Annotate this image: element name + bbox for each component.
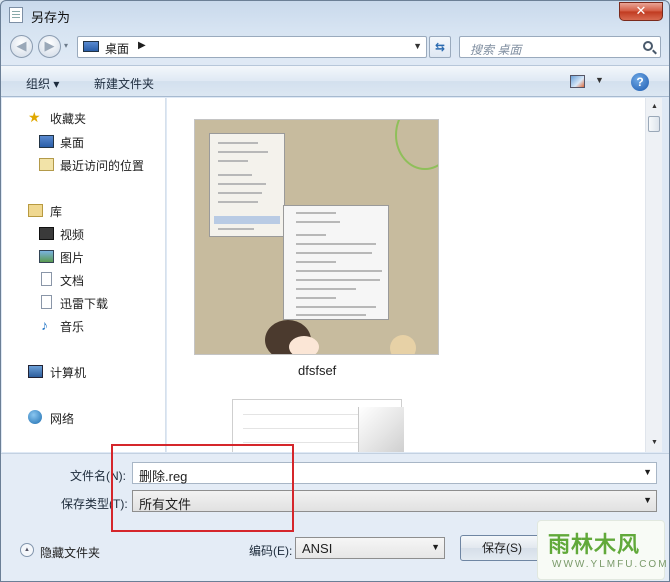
recent-places-icon	[39, 158, 54, 171]
refresh-button[interactable]: ⇆	[429, 36, 451, 58]
vertical-scrollbar[interactable]: ▲ ▼	[645, 98, 662, 452]
close-button[interactable]: ✕	[619, 2, 663, 21]
sidebar-item-label: 桌面	[60, 136, 85, 150]
title-bar[interactable]: 另存为 ✕	[1, 1, 669, 29]
star-icon: ★	[28, 109, 41, 125]
address-location[interactable]: 桌面	[105, 40, 129, 57]
scroll-down-icon[interactable]: ▼	[648, 436, 661, 450]
file-name-label[interactable]: dfsfsef	[298, 363, 336, 378]
sidebar-item-label: 库	[50, 205, 63, 219]
encoding-dropdown-icon[interactable]: ▼	[431, 542, 440, 552]
change-view-icon[interactable]	[570, 75, 585, 88]
desktop-icon	[83, 41, 99, 52]
address-bar[interactable]: 桌面 ▶ ▼	[77, 36, 427, 58]
encoding-label: 编码(E):	[249, 544, 293, 558]
download-icon	[41, 295, 52, 309]
organize-menu-button[interactable]: 组织 ▾	[26, 75, 59, 92]
navigation-pane: ★ 收藏夹 桌面 最近访问的位置 库 视频 图片 文档 迅雷下载 ♪ 音乐 计算…	[2, 98, 166, 452]
sidebar-item-label: 收藏夹	[50, 112, 87, 126]
music-note-icon: ♪	[41, 317, 48, 333]
filename-label: 文件名(N):	[70, 469, 126, 483]
breadcrumb-arrow-icon[interactable]: ▶	[138, 40, 146, 51]
scroll-up-icon[interactable]: ▲	[648, 100, 661, 114]
new-folder-button[interactable]: 新建文件夹	[94, 75, 154, 92]
back-button[interactable]: ◀	[10, 35, 33, 58]
document-icon	[41, 272, 52, 286]
recent-locations-dropdown[interactable]: ▾	[64, 41, 68, 50]
encoding-value[interactable]: ANSI	[302, 541, 332, 556]
sidebar-item-label: 网络	[50, 412, 75, 426]
site-watermark: 雨林木风 WWW.YLMFU.COM	[537, 520, 667, 580]
network-globe-icon	[28, 410, 42, 424]
sidebar-item-label: 视频	[60, 228, 85, 242]
filename-dropdown-icon[interactable]: ▼	[643, 467, 652, 477]
cartoon-face	[289, 336, 319, 354]
file-thumbnail-dfsfsef[interactable]	[194, 119, 439, 355]
collapse-up-icon: ▲	[20, 543, 34, 557]
sidebar-item-label: 文档	[60, 274, 85, 288]
page-curl-icon	[358, 407, 404, 452]
cartoon-pet	[390, 335, 416, 354]
library-folder-icon	[28, 204, 43, 217]
command-toolbar: 组织 ▾ 新建文件夹 ▼ ?	[1, 65, 669, 97]
forward-button[interactable]: ▶	[38, 35, 61, 58]
save-as-dialog: 另存为 ✕ ◀ ▶ ▾ 桌面 ▶ ▼ ⇆ 搜索 桌面 组织 ▾ 新建文件夹 ▼ …	[0, 0, 670, 582]
help-icon[interactable]: ?	[631, 73, 649, 91]
watermark-logo-text: 雨林木风	[548, 532, 641, 558]
search-placeholder: 搜索 桌面	[470, 43, 522, 57]
sidebar-item-label: 音乐	[60, 320, 85, 334]
computer-icon	[28, 365, 43, 378]
search-icon[interactable]	[643, 41, 653, 51]
pictures-icon	[39, 250, 54, 263]
navigation-bar: ◀ ▶ ▾ 桌面 ▶ ▼ ⇆ 搜索 桌面	[1, 31, 669, 61]
dialog-title: 另存为	[31, 10, 71, 25]
decoration	[395, 120, 438, 170]
watermark-url: WWW.YLMFU.COM	[552, 559, 669, 570]
hide-folders-label: 隐藏文件夹	[40, 546, 101, 560]
filetype-dropdown-icon[interactable]: ▼	[643, 495, 652, 505]
save-button[interactable]: 保存(S)	[460, 535, 544, 561]
filename-field[interactable]: 删除.reg ▼	[132, 462, 657, 484]
encoding-select[interactable]: ANSI ▼	[295, 537, 445, 559]
desktop-icon	[39, 135, 54, 148]
screenshot-context-menu	[209, 133, 285, 237]
filetype-value[interactable]: 所有文件	[139, 497, 191, 512]
address-dropdown-icon[interactable]: ▼	[413, 41, 422, 51]
sidebar-item-label: 计算机	[50, 366, 87, 380]
notepad-icon	[9, 7, 23, 23]
video-icon	[39, 227, 54, 240]
filename-value[interactable]: 删除.reg	[139, 469, 187, 484]
filetype-select[interactable]: 所有文件 ▼	[132, 490, 657, 512]
sidebar-item-label: 最近访问的位置	[60, 159, 145, 173]
filetype-label: 保存类型(T):	[61, 497, 128, 511]
scrollbar-thumb[interactable]	[648, 116, 660, 132]
sidebar-item-label: 图片	[60, 251, 85, 265]
view-options-dropdown-icon[interactable]: ▼	[595, 75, 604, 85]
search-input[interactable]: 搜索 桌面	[459, 36, 661, 58]
screenshot-submenu	[283, 205, 389, 320]
sidebar-item-label: 迅雷下载	[60, 297, 109, 311]
